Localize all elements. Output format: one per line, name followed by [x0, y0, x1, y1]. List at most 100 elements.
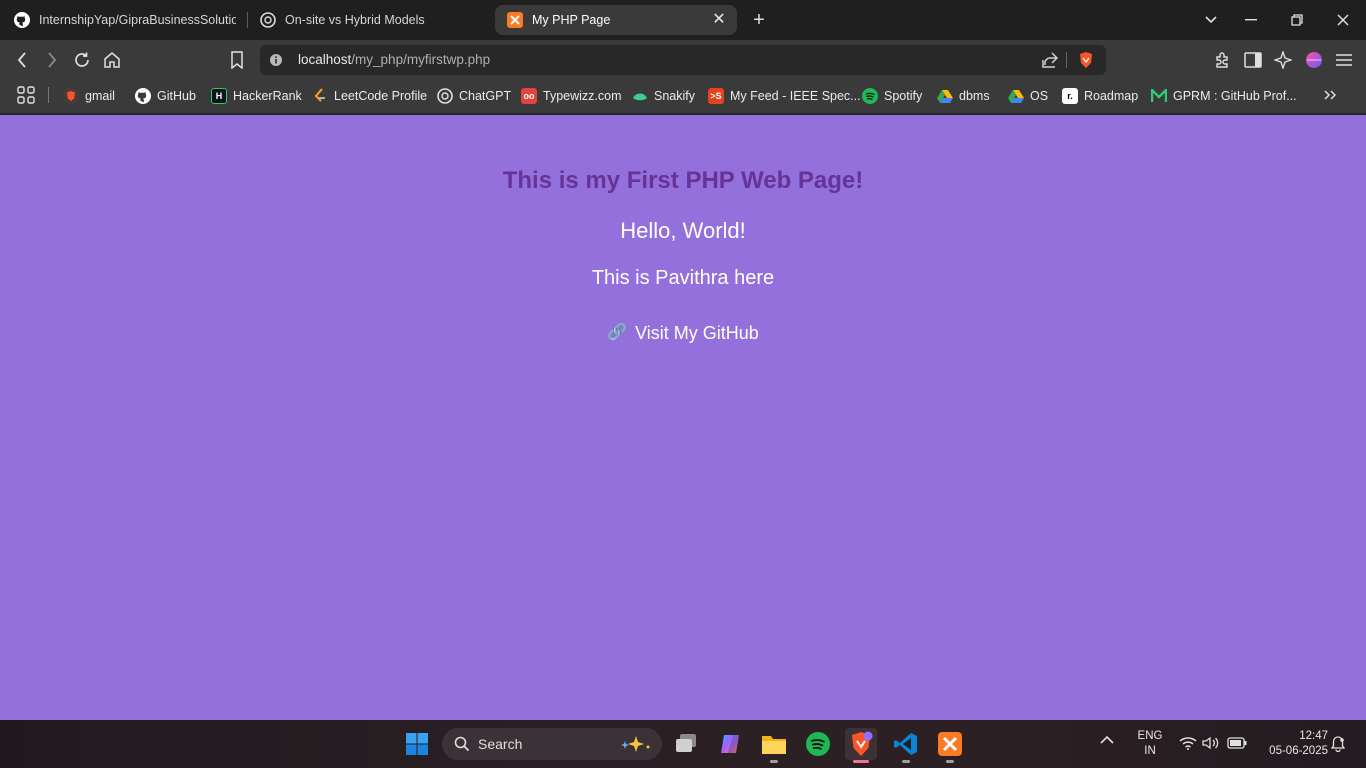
region-label: IN	[1144, 745, 1156, 757]
tab-separator	[247, 12, 248, 28]
tab-chatgpt[interactable]: On-site vs Hybrid Models	[254, 5, 484, 35]
gprm-icon	[1151, 88, 1167, 104]
bookmark-hackerrank[interactable]: H HackerRank	[211, 87, 302, 105]
tab-label: On-site vs Hybrid Models	[285, 13, 425, 27]
web-page: This is my First PHP Web Page! Hello, Wo…	[0, 115, 1366, 720]
bookmark-label: Roadmap	[1084, 89, 1139, 103]
tab-label: My PHP Page	[532, 13, 611, 27]
windows-start-icon[interactable]	[401, 728, 433, 760]
url-path: /my_php/myfirstwp.php	[351, 52, 491, 67]
clock[interactable]: 12:47 05-06-2025	[1258, 729, 1328, 759]
snakify-icon	[632, 88, 648, 104]
bookmark-label: GPRM : GitHub Prof...	[1173, 89, 1297, 103]
bookmark-label: Typewizz.com	[543, 89, 622, 103]
forward-icon[interactable]	[40, 48, 64, 72]
vscode-icon[interactable]	[890, 728, 922, 760]
minimize-icon[interactable]	[1239, 8, 1263, 32]
brave-browser-icon[interactable]	[845, 728, 877, 760]
xampp-icon[interactable]	[934, 728, 966, 760]
google-drive-icon	[937, 88, 953, 104]
bookmark-spotify[interactable]: Spotify	[862, 87, 922, 105]
clock-time: 12:47	[1299, 730, 1328, 742]
bookmark-label: dbms	[959, 89, 990, 103]
spotify-icon	[862, 88, 878, 104]
notifications-icon[interactable]	[1330, 736, 1346, 757]
clock-date: 05-06-2025	[1269, 745, 1328, 757]
chatgpt-icon	[260, 12, 276, 28]
close-tab-icon[interactable]: ✕	[711, 12, 727, 28]
volume-icon[interactable]	[1202, 736, 1220, 755]
bookmark-github[interactable]: GitHub	[135, 87, 196, 105]
github-icon	[14, 12, 30, 28]
bookmark-label: Spotify	[884, 89, 923, 103]
intro-text: This is Pavithra here	[591, 267, 775, 289]
tab-my-php-page[interactable]: My PHP Page ✕	[495, 5, 737, 35]
file-explorer-icon[interactable]	[758, 728, 790, 760]
tab-search-icon[interactable]	[1199, 8, 1223, 32]
link-icon: 🔗	[607, 324, 628, 341]
ieee-spectrum-icon: >S	[708, 88, 724, 104]
bookmark-ieee-spectrum[interactable]: >S My Feed - IEEE Spec...	[708, 87, 861, 105]
url-host: localhost	[298, 52, 352, 67]
task-view-icon[interactable]	[670, 728, 702, 760]
search-label: Search	[478, 736, 523, 752]
share-icon[interactable]	[1038, 48, 1062, 72]
github-link-label: Visit My GitHub	[635, 323, 759, 343]
tab-github-repo[interactable]: InternshipYap/GipraBusinessSolutions	[8, 5, 236, 35]
spotify-icon[interactable]	[802, 728, 834, 760]
bookmark-gmail[interactable]: gmail	[63, 87, 115, 105]
bookmark-chatgpt[interactable]: ChatGPT	[437, 87, 511, 105]
home-icon[interactable]	[100, 48, 124, 72]
extensions-icon[interactable]	[1211, 48, 1235, 72]
battery-icon[interactable]	[1227, 737, 1247, 754]
bookmark-typewizz[interactable]: oo Typewizz.com	[521, 87, 622, 105]
bookmark-dbms[interactable]: dbms	[937, 87, 990, 105]
tab-label: InternshipYap/GipraBusinessSolutions	[39, 13, 236, 27]
brave-shields-icon[interactable]	[1074, 48, 1098, 72]
apps-grid-icon[interactable]	[14, 83, 38, 107]
xampp-icon	[507, 12, 523, 28]
bookmark-leetcode[interactable]: LeetCode Profile	[312, 87, 427, 105]
profile-avatar-icon[interactable]	[1302, 48, 1326, 72]
reload-icon[interactable]	[70, 48, 94, 72]
running-indicator	[946, 760, 954, 763]
bookmark-label: HackerRank	[233, 89, 302, 103]
show-hidden-icons-icon[interactable]	[1100, 735, 1114, 750]
running-indicator	[902, 760, 910, 763]
bookmark-icon[interactable]	[225, 48, 249, 72]
copilot-icon[interactable]	[714, 728, 746, 760]
bookmark-roadmap[interactable]: r. Roadmap	[1062, 87, 1138, 105]
new-tab-button[interactable]: +	[748, 9, 770, 31]
roadmap-icon: r.	[1062, 88, 1078, 104]
close-window-icon[interactable]	[1331, 8, 1355, 32]
menu-icon[interactable]	[1332, 48, 1356, 72]
bookmark-os[interactable]: OS	[1008, 87, 1048, 105]
bookmark-snakify[interactable]: Snakify	[632, 87, 695, 105]
wifi-icon[interactable]	[1179, 736, 1197, 755]
bookmark-label: My Feed - IEEE Spec...	[730, 89, 861, 103]
github-icon	[135, 88, 151, 104]
bookmark-label: OS	[1030, 89, 1049, 103]
taskbar-search[interactable]: Search	[442, 728, 662, 760]
url-text[interactable]: localhost/my_php/myfirstwp.php	[298, 52, 490, 68]
chatgpt-icon	[437, 88, 453, 104]
bookmark-label: gmail	[85, 89, 115, 103]
google-drive-icon	[1008, 88, 1024, 104]
leetcode-icon	[312, 88, 328, 104]
greeting-text: Hello, World!	[620, 218, 746, 243]
sidebar-icon[interactable]	[1241, 48, 1265, 72]
leo-ai-icon[interactable]	[1271, 48, 1295, 72]
back-icon[interactable]	[10, 48, 34, 72]
github-link[interactable]: 🔗 Visit My GitHub	[0, 321, 1366, 345]
more-bookmarks-icon[interactable]	[1318, 83, 1342, 107]
bookmark-gprm[interactable]: GPRM : GitHub Prof...	[1151, 87, 1297, 105]
page-heading: This is my First PHP Web Page!	[502, 167, 864, 194]
bookmark-label: LeetCode Profile	[334, 89, 428, 103]
site-info-icon[interactable]	[268, 52, 284, 68]
hackerrank-icon: H	[211, 88, 227, 104]
restore-icon[interactable]	[1285, 8, 1309, 32]
language-indicator[interactable]: ENG IN	[1136, 729, 1164, 759]
language-label: ENG	[1137, 730, 1163, 742]
bookmark-label: GitHub	[157, 89, 196, 103]
copilot-sparkle-icon	[616, 735, 652, 753]
